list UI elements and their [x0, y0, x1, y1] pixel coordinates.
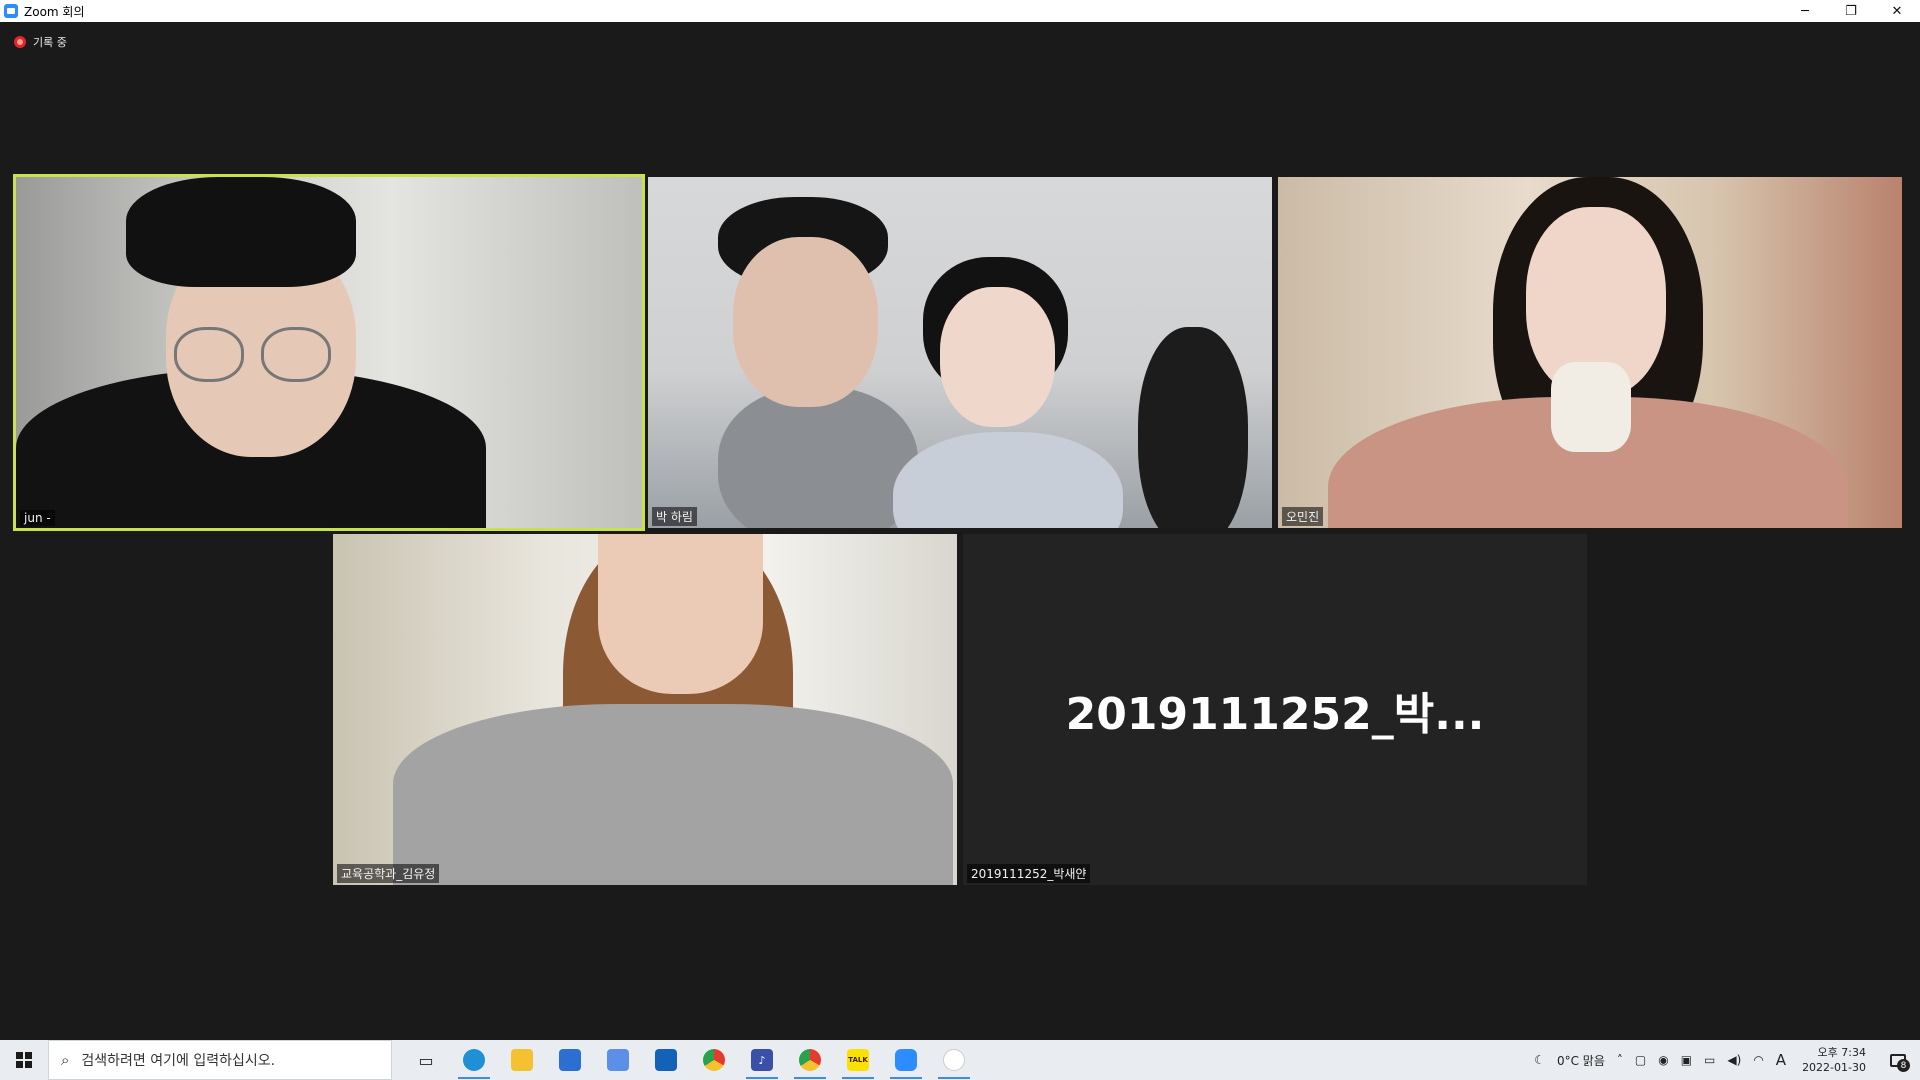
- input-language-indicator[interactable]: A: [1776, 1051, 1786, 1069]
- windows-icon: [16, 1052, 32, 1068]
- clock[interactable]: 오후 7:34 2022-01-30: [1802, 1045, 1866, 1075]
- edge-icon[interactable]: [450, 1040, 498, 1080]
- video-tile-park-saeyan[interactable]: 2019111252_박... 2019111252_박새얀: [963, 534, 1587, 885]
- music-app-icon[interactable]: ♪: [738, 1040, 786, 1080]
- antivirus-icon[interactable]: ◉: [1658, 1053, 1668, 1067]
- clock-time: 오후 7:34: [1817, 1046, 1866, 1059]
- taskbar-search[interactable]: ⌕ 검색하려면 여기에 입력하십시오.: [48, 1040, 392, 1080]
- video-tile-park-harim[interactable]: 박 하림: [648, 177, 1272, 528]
- video-tile-jun[interactable]: jun -: [13, 174, 645, 531]
- notification-center-button[interactable]: 8: [1876, 1040, 1920, 1080]
- participant-name-label: 박 하림: [652, 507, 697, 526]
- task-view-icon[interactable]: ▭: [402, 1040, 450, 1080]
- start-button[interactable]: [0, 1040, 48, 1080]
- camera-icon[interactable]: ▢: [1635, 1053, 1646, 1067]
- chrome-profile-icon[interactable]: [786, 1040, 834, 1080]
- notification-count-badge: 8: [1897, 1059, 1910, 1072]
- store-icon[interactable]: [546, 1040, 594, 1080]
- clock-date: 2022-01-30: [1802, 1061, 1866, 1074]
- zoom-app-icon: [4, 4, 18, 18]
- title-bar: Zoom 회의 ─ ❐ ✕: [0, 0, 1920, 22]
- participant-name-label: 2019111252_박새얀: [967, 864, 1091, 883]
- participant-name-label: jun -: [20, 510, 55, 526]
- restore-button[interactable]: ❐: [1828, 0, 1874, 22]
- participant-placeholder-name: 2019111252_박...: [1065, 688, 1485, 740]
- close-button[interactable]: ✕: [1874, 0, 1920, 22]
- volume-icon[interactable]: ◀): [1727, 1053, 1741, 1067]
- meeting-area: 기록 중 jun - 박 하림 오민진 교육공학과_김유정 2019111252…: [0, 22, 1920, 1040]
- participant-name-label: 오민진: [1282, 507, 1324, 526]
- record-icon: [14, 36, 26, 48]
- file-explorer-icon[interactable]: [498, 1040, 546, 1080]
- wifi-icon[interactable]: ◠: [1753, 1053, 1763, 1067]
- network-adapter-icon[interactable]: ▣: [1681, 1053, 1692, 1067]
- show-hidden-icons-chevron-icon[interactable]: ˄: [1617, 1053, 1623, 1067]
- kakaotalk-icon[interactable]: TALK: [834, 1040, 882, 1080]
- settings-app-icon[interactable]: [594, 1040, 642, 1080]
- participant-name-label: 교육공학과_김유정: [337, 864, 440, 883]
- weather-moon-icon[interactable]: ☾: [1534, 1053, 1545, 1067]
- participant-video: [718, 387, 918, 528]
- battery-icon[interactable]: ▭: [1704, 1053, 1715, 1067]
- system-tray: ☾ 0°C 맑음 ˄ ▢ ◉ ▣ ▭ ◀) ◠ A 오후 7:34 2022-0…: [1528, 1040, 1920, 1080]
- recording-indicator[interactable]: 기록 중: [14, 34, 67, 50]
- chrome-icon[interactable]: [690, 1040, 738, 1080]
- taskbar: ⌕ 검색하려면 여기에 입력하십시오. ▭ ♪ TALK ☾ 0°C 맑음 ˄ …: [0, 1040, 1920, 1080]
- search-placeholder: 검색하려면 여기에 입력하십시오.: [81, 1053, 276, 1069]
- window-title: Zoom 회의: [24, 4, 85, 19]
- video-tile-kim-yujeong[interactable]: 교육공학과_김유정: [333, 534, 957, 885]
- mail-icon[interactable]: [642, 1040, 690, 1080]
- minimize-button[interactable]: ─: [1782, 0, 1828, 22]
- weather-label[interactable]: 0°C 맑음: [1557, 1052, 1605, 1069]
- zoom-icon[interactable]: [882, 1040, 930, 1080]
- search-icon: ⌕: [61, 1051, 70, 1069]
- taskbar-apps: ▭ ♪ TALK: [402, 1040, 978, 1080]
- recording-label: 기록 중: [33, 36, 67, 49]
- video-tile-oh-minjin[interactable]: 오민진: [1278, 177, 1902, 528]
- unknown-app-icon[interactable]: [930, 1040, 978, 1080]
- window-controls: ─ ❐ ✕: [1782, 0, 1920, 22]
